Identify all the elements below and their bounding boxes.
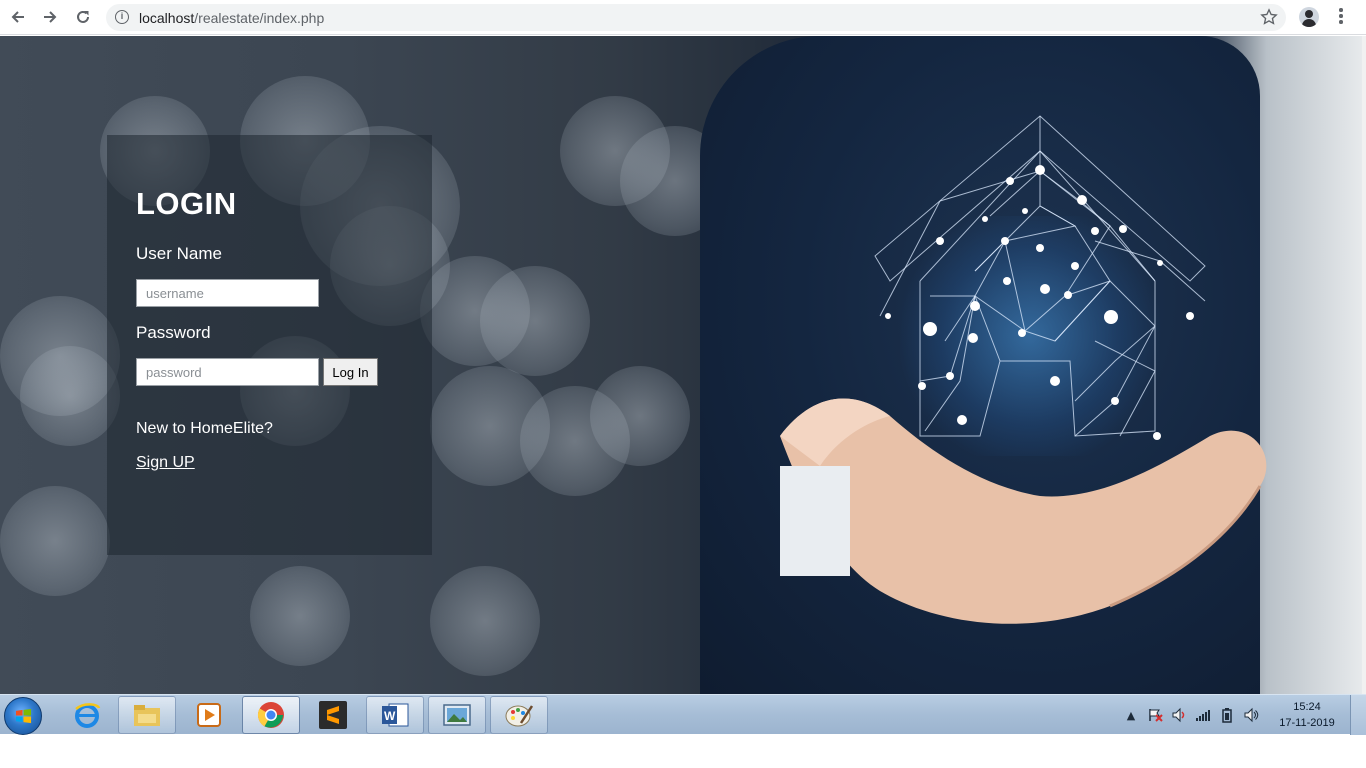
file-explorer-button[interactable]: [118, 696, 176, 734]
star-icon[interactable]: [1260, 8, 1278, 26]
paint-icon: [505, 705, 534, 727]
vertical-scrollbar[interactable]: [1362, 36, 1366, 694]
show-hidden-icons-arrow[interactable]: ▲: [1122, 706, 1140, 724]
chrome-button[interactable]: [242, 696, 300, 734]
reload-button[interactable]: [71, 6, 95, 28]
photo-viewer-icon: [443, 704, 471, 726]
clock-time: 15:24: [1293, 701, 1321, 713]
profile-avatar[interactable]: [1299, 7, 1319, 27]
svg-text:W: W: [384, 709, 396, 723]
battery-icon[interactable]: [1218, 706, 1236, 724]
speaker-icon[interactable]: [1242, 706, 1260, 724]
new-user-text: New to HomeElite?: [136, 420, 273, 437]
media-player-icon: [197, 703, 221, 727]
clock-date: 17-11-2019: [1279, 717, 1335, 729]
word-icon: W: [382, 703, 409, 727]
sublime-text-icon: [319, 701, 347, 729]
network-signal-icon[interactable]: [1194, 706, 1212, 724]
username-label: User Name: [136, 244, 222, 263]
username-input[interactable]: [136, 279, 319, 307]
system-tray: ▲: [1122, 695, 1266, 735]
forward-button[interactable]: [38, 6, 62, 28]
taskbar: W ▲ 15:24 17-11-2019: [0, 694, 1366, 735]
back-arrow-icon: [11, 11, 24, 23]
sublime-text-button[interactable]: [304, 696, 362, 734]
url-path: /realestate/index.php: [194, 10, 325, 26]
login-button[interactable]: Log In: [323, 358, 378, 386]
login-title: LOGIN: [136, 186, 237, 221]
word-button[interactable]: W: [366, 696, 424, 734]
internet-explorer-icon: [75, 703, 101, 728]
action-center-flag-icon[interactable]: [1146, 706, 1164, 724]
photo-viewer-button[interactable]: [428, 696, 486, 734]
internet-explorer-button[interactable]: [58, 696, 116, 734]
password-input[interactable]: [136, 358, 319, 386]
back-button[interactable]: [6, 6, 30, 28]
password-label: Password: [136, 323, 211, 342]
signup-link[interactable]: Sign UP: [136, 454, 195, 472]
windows-flag-icon: [15, 708, 32, 724]
paint-button[interactable]: [490, 696, 548, 734]
start-orb[interactable]: [4, 697, 42, 735]
info-icon[interactable]: i: [115, 10, 129, 24]
chrome-icon: [257, 702, 284, 728]
url-host: localhost: [139, 10, 195, 26]
file-explorer-icon: [134, 705, 160, 726]
media-player-button[interactable]: [180, 696, 238, 734]
taskbar-clock[interactable]: 15:24 17-11-2019: [1272, 699, 1342, 731]
browser-toolbar: i localhost/realestate/index.php: [0, 0, 1366, 35]
reload-icon: [77, 10, 89, 23]
url-text[interactable]: localhost/realestate/index.php: [139, 10, 324, 26]
menu-dots-icon[interactable]: [1334, 8, 1348, 28]
forward-arrow-icon: [44, 11, 57, 23]
show-desktop-button[interactable]: [1350, 695, 1366, 735]
volume-icon[interactable]: [1170, 706, 1188, 724]
address-bar[interactable]: i localhost/realestate/index.php: [106, 4, 1286, 31]
open-hand-graphic: [780, 398, 1267, 624]
